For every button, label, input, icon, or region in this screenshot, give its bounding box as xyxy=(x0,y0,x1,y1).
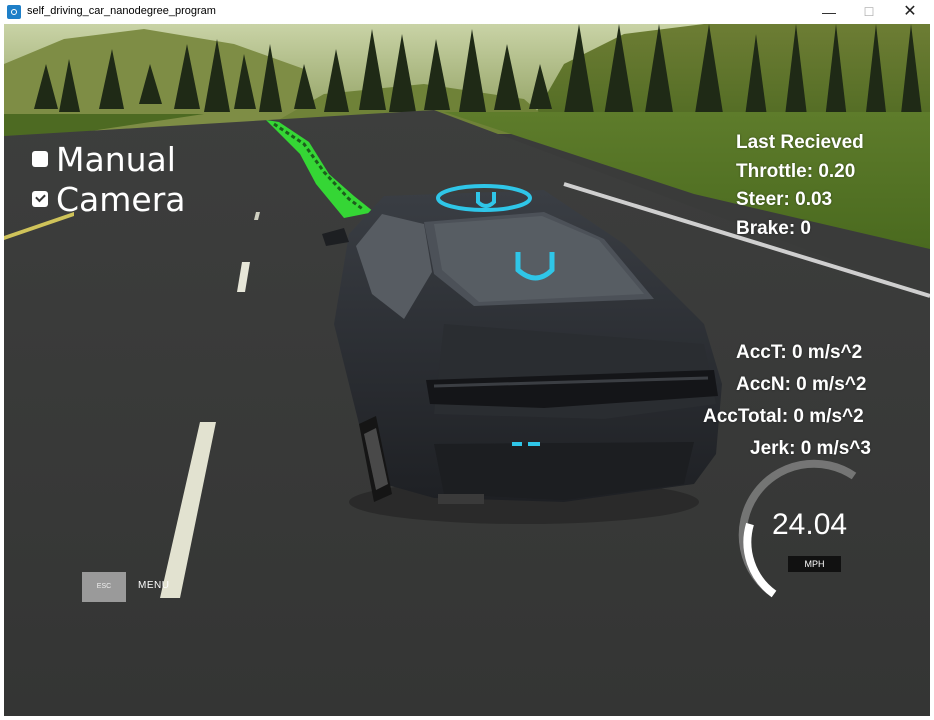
camera-checkbox[interactable]: Camera xyxy=(32,180,186,219)
app-window: self_driving_car_nanodegree_program — ☐ … xyxy=(0,0,934,720)
title-bar: self_driving_car_nanodegree_program — ☐ … xyxy=(0,0,934,24)
telemetry-throttle: Throttle: 0.20 xyxy=(736,161,856,182)
minimize-icon[interactable]: — xyxy=(812,0,846,24)
scene-render xyxy=(4,24,930,716)
acc-t-readout: AccT: 0 m/s^2 xyxy=(736,342,863,363)
window-title: self_driving_car_nanodegree_program xyxy=(27,5,216,17)
speed-value: 24.04 xyxy=(772,508,848,541)
close-icon[interactable]: ✕ xyxy=(893,0,927,24)
camera-checkbox-box[interactable] xyxy=(32,190,48,207)
manual-checkbox-label: Manual xyxy=(56,140,176,179)
jerk-readout: Jerk: 0 m/s^3 xyxy=(750,438,871,459)
acc-n-readout: AccN: 0 m/s^2 xyxy=(736,374,867,395)
menu-label[interactable]: MENU xyxy=(138,580,169,591)
manual-checkbox[interactable]: Manual xyxy=(32,140,176,179)
telemetry-brake: Brake: 0 xyxy=(736,218,811,239)
esc-button[interactable]: ESC xyxy=(82,572,126,602)
app-icon xyxy=(7,5,21,19)
telemetry-steer: Steer: 0.03 xyxy=(736,189,833,210)
acc-total-readout: AccTotal: 0 m/s^2 xyxy=(703,406,864,427)
camera-checkbox-label: Camera xyxy=(56,180,186,219)
speed-unit-badge: MPH xyxy=(788,556,841,572)
telemetry-header: Last Recieved xyxy=(736,132,864,153)
manual-checkbox-box[interactable] xyxy=(32,150,48,167)
simulator-viewport: Manual Camera Last Recieved Throttle: 0.… xyxy=(4,24,930,716)
maximize-icon[interactable]: ☐ xyxy=(852,0,886,24)
